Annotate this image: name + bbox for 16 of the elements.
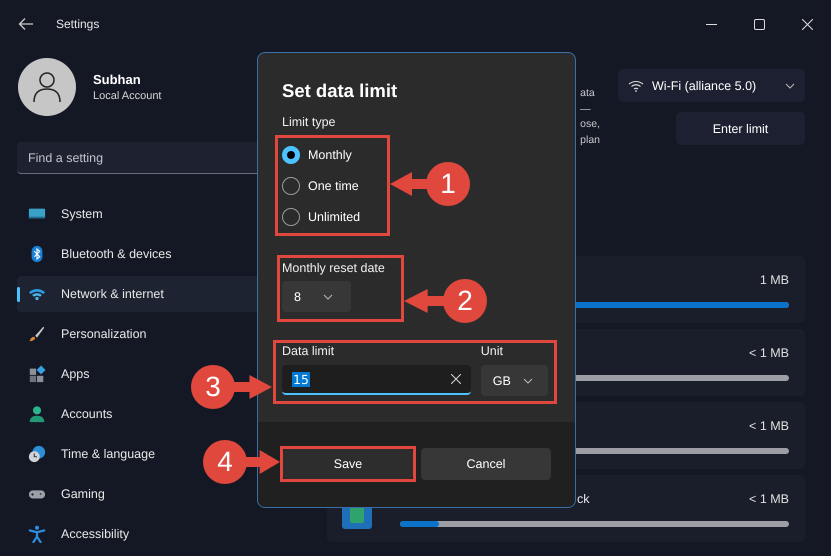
account-type: Local Account — [93, 90, 162, 102]
usage-amount: < 1 MB — [749, 346, 789, 360]
app-name: ck — [577, 492, 590, 506]
callout-number: 4 — [203, 440, 247, 484]
field-label: Unit — [480, 344, 504, 358]
dialog-title: Set data limit — [282, 80, 398, 102]
usage-amount: < 1 MB — [749, 492, 789, 506]
field-label: Monthly reset date — [282, 261, 386, 275]
usage-amount: 1 MB — [760, 272, 789, 287]
user-name: Subhan — [93, 72, 142, 87]
field-label: Data limit — [282, 344, 336, 358]
usage-amount: < 1 MB — [749, 418, 789, 433]
callout-number: 3 — [191, 365, 235, 409]
field-label: Limit type — [282, 115, 336, 129]
window-title: Settings — [56, 17, 100, 31]
description-text: ata — ose, plan — [580, 86, 600, 148]
